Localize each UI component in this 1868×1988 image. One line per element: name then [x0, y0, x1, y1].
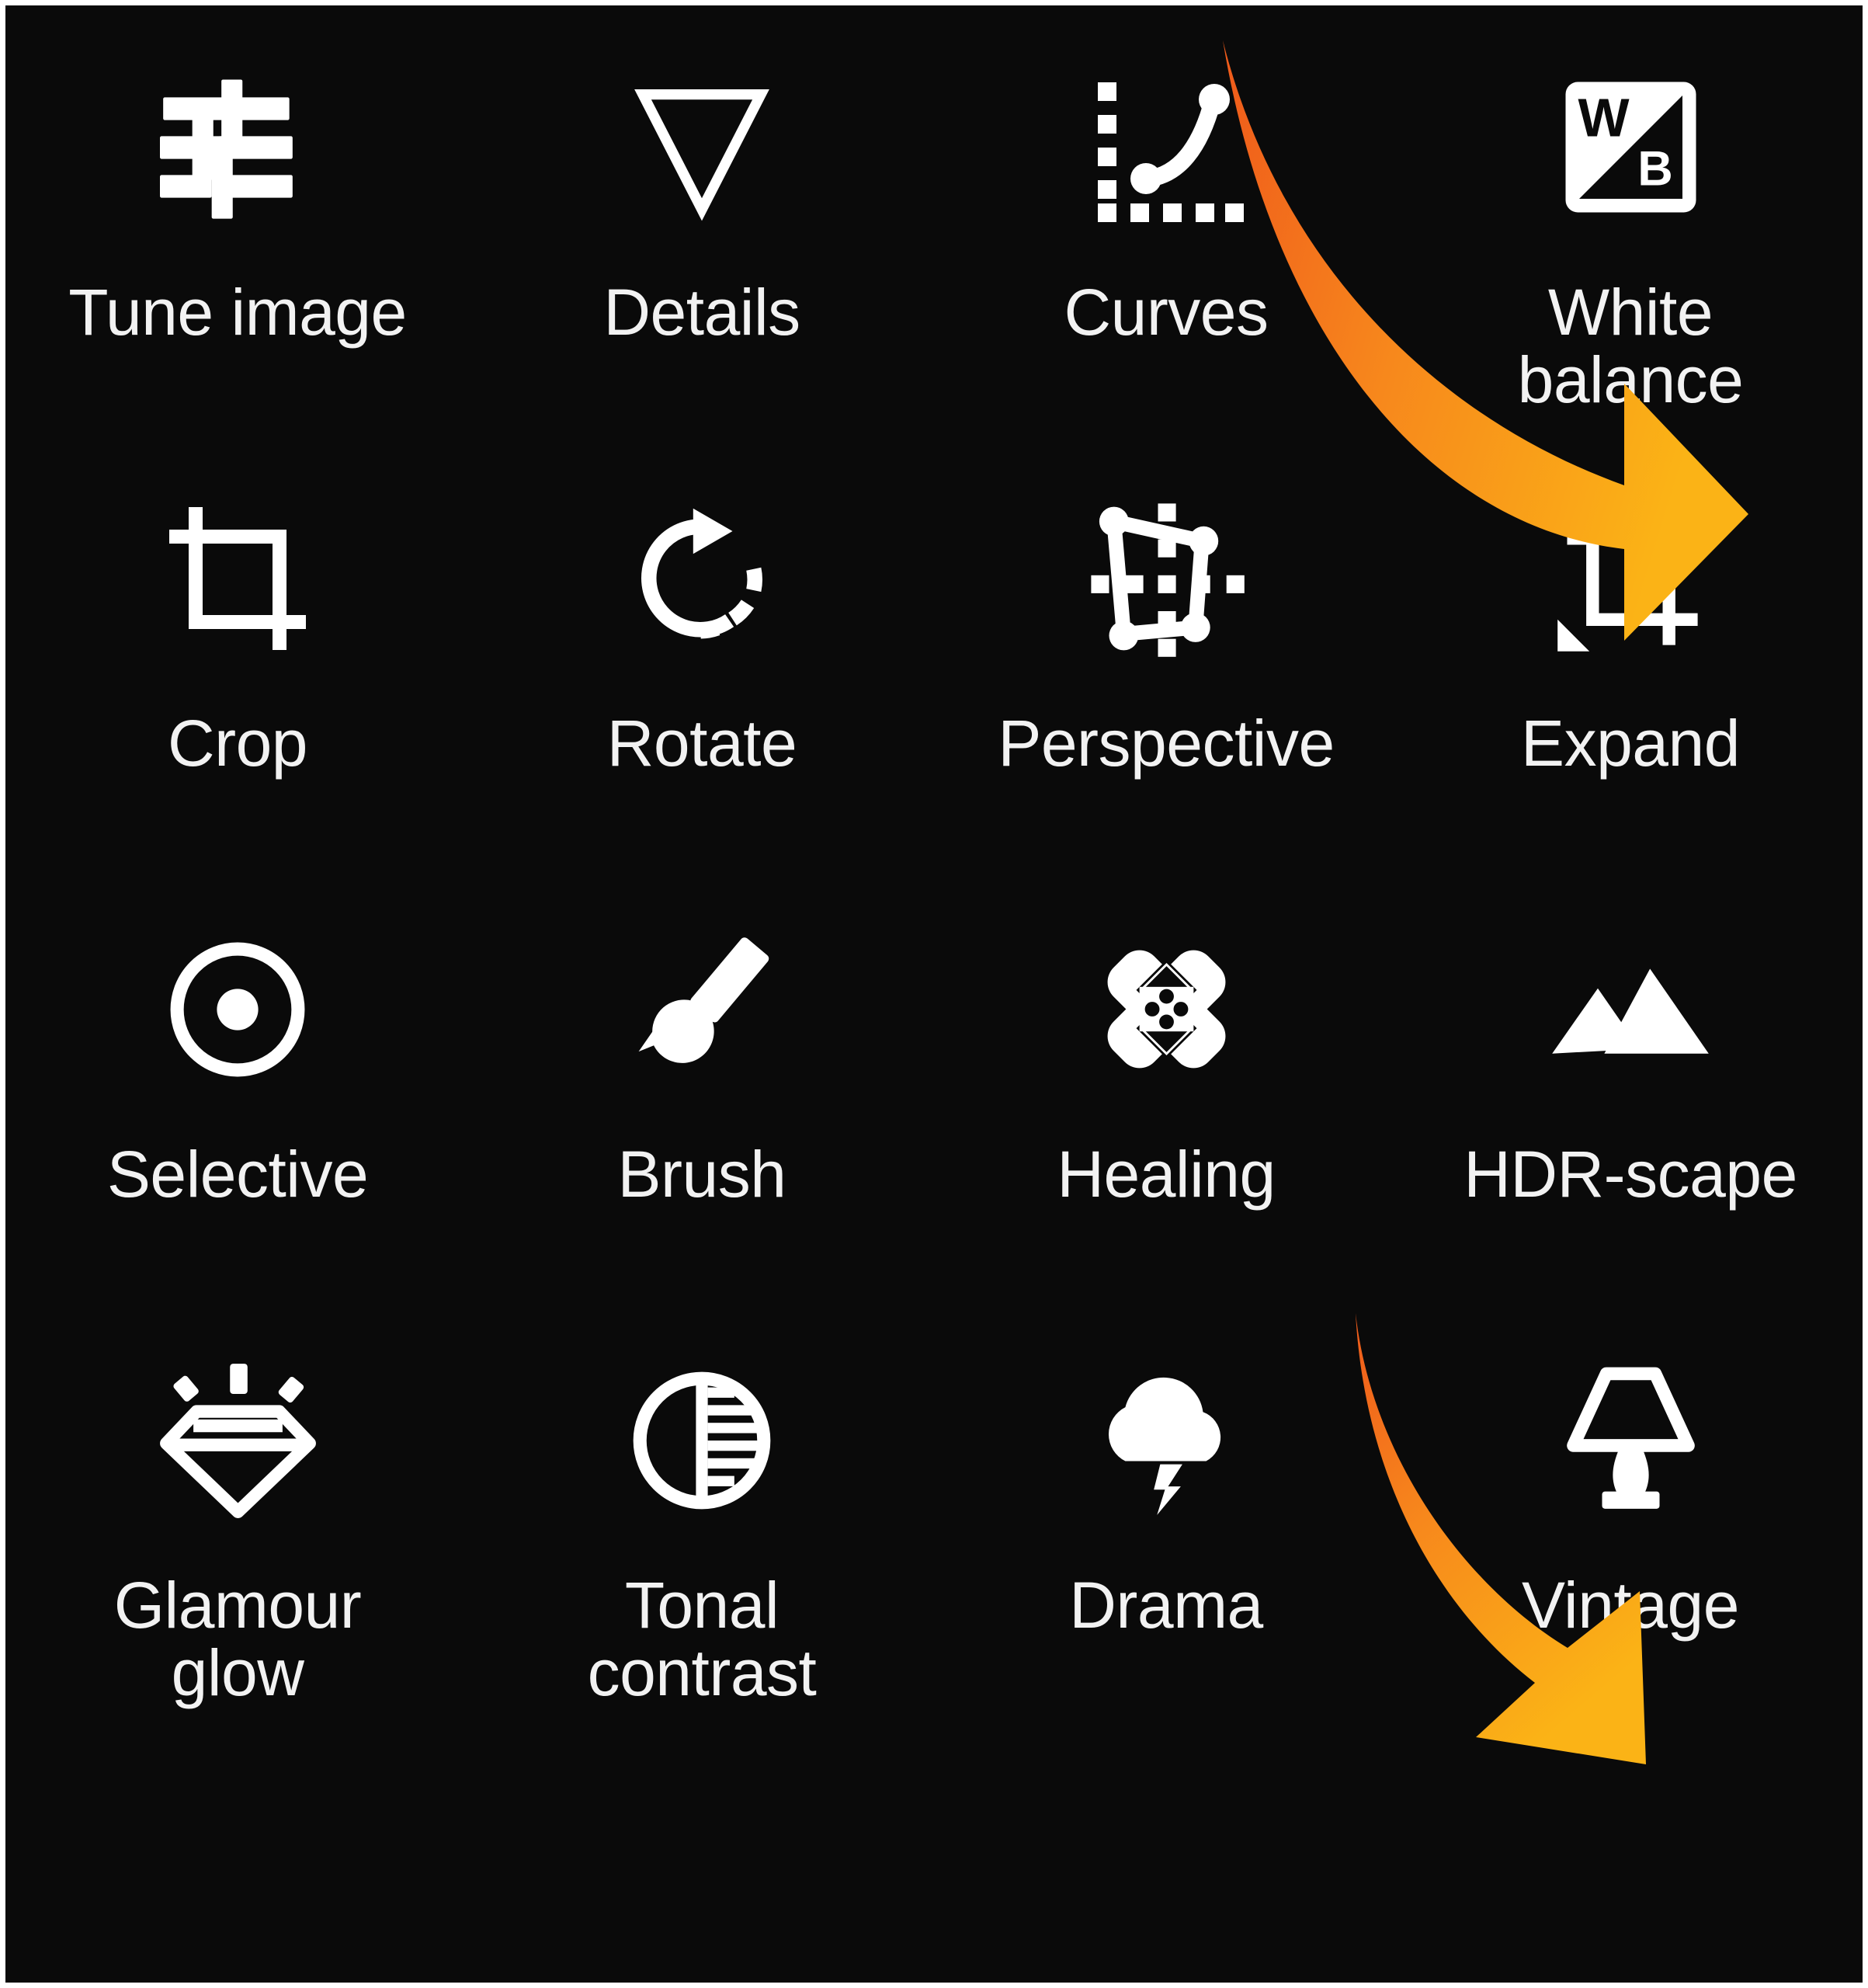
- tool-hdr-scape[interactable]: HDR-scape: [1398, 926, 1863, 1357]
- white-balance-icon: W B: [1537, 64, 1724, 231]
- tool-label: Rotate: [606, 707, 797, 780]
- tool-label: Tonal contrast: [587, 1569, 817, 1709]
- expand-icon: [1537, 495, 1724, 662]
- editor-tools-screen: Tune image Details Curves W B White bala…: [0, 0, 1868, 1988]
- tool-label: Expand: [1521, 707, 1740, 780]
- perspective-icon: [1073, 495, 1259, 662]
- tool-label: Healing: [1057, 1138, 1276, 1211]
- tool-details[interactable]: Details: [470, 64, 934, 495]
- tool-grid: Tune image Details Curves W B White bala…: [5, 5, 1863, 1983]
- tool-label: White balance: [1517, 276, 1744, 416]
- mountains-icon: [1537, 926, 1724, 1093]
- curves-icon: [1073, 64, 1259, 231]
- wb-top-letter: W: [1578, 88, 1629, 148]
- tool-label: Crop: [167, 707, 308, 780]
- tool-label: Curves: [1064, 276, 1269, 349]
- tool-label: Glamour glow: [113, 1569, 362, 1709]
- tool-perspective[interactable]: Perspective: [934, 495, 1398, 926]
- brush-icon: [609, 926, 795, 1093]
- tool-label: Perspective: [998, 707, 1335, 780]
- contrast-circle-icon: [609, 1357, 795, 1524]
- tool-brush[interactable]: Brush: [470, 926, 934, 1357]
- tool-healing[interactable]: Healing: [934, 926, 1398, 1357]
- tool-glamour-glow[interactable]: Glamour glow: [5, 1357, 470, 1823]
- tool-tune-image[interactable]: Tune image: [5, 64, 470, 495]
- tool-tonal-contrast[interactable]: Tonal contrast: [470, 1357, 934, 1823]
- crop-icon: [144, 495, 331, 662]
- tool-label: Details: [603, 276, 800, 349]
- sliders-icon: [144, 64, 331, 231]
- bandage-cross-icon: [1073, 926, 1259, 1093]
- table-lamp-icon: [1537, 1357, 1724, 1524]
- cloud-lightning-icon: [1073, 1357, 1259, 1524]
- target-dot-icon: [144, 926, 331, 1093]
- tool-label: Selective: [106, 1138, 369, 1211]
- tool-expand[interactable]: Expand: [1398, 495, 1863, 926]
- gem-sparkle-icon: [144, 1357, 331, 1524]
- tool-curves[interactable]: Curves: [934, 64, 1398, 495]
- triangle-down-icon: [609, 64, 795, 231]
- tool-label: Brush: [617, 1138, 786, 1211]
- tool-label: HDR-scape: [1463, 1138, 1797, 1211]
- tool-vintage[interactable]: Vintage: [1398, 1357, 1863, 1823]
- tool-label: Vintage: [1522, 1569, 1739, 1642]
- rotate-icon: [609, 495, 795, 662]
- tool-drama[interactable]: Drama: [934, 1357, 1398, 1823]
- tool-crop[interactable]: Crop: [5, 495, 470, 926]
- tool-label: Tune image: [68, 276, 407, 349]
- tool-label: Drama: [1069, 1569, 1263, 1642]
- tool-selective[interactable]: Selective: [5, 926, 470, 1357]
- tool-white-balance[interactable]: W B White balance: [1398, 64, 1863, 495]
- tool-rotate[interactable]: Rotate: [470, 495, 934, 926]
- wb-bottom-letter: B: [1637, 142, 1673, 196]
